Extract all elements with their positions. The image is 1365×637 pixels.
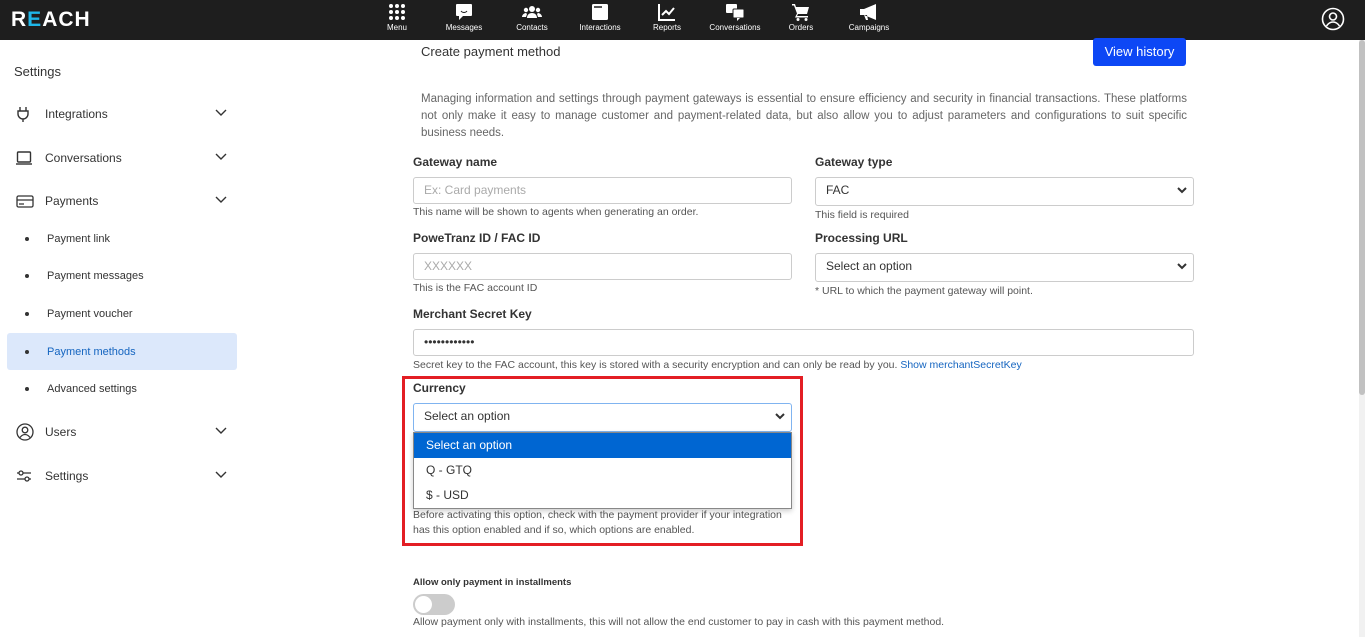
currency-option[interactable]: $ - USD [414, 483, 791, 508]
currency-select[interactable]: Select an option [413, 403, 792, 432]
nav-campaigns[interactable]: Campaigns [829, 2, 909, 32]
credit-card-icon [7, 194, 45, 208]
sidebar-subitem-payment-methods[interactable]: Payment methods [7, 333, 237, 370]
page-title: Create payment method [421, 44, 561, 59]
currency-hint: Before activating this option, check wit… [413, 509, 782, 536]
processing-url-value: Select an option [826, 259, 913, 273]
chevron-down-icon [215, 427, 227, 434]
scrollbar[interactable] [1359, 40, 1365, 637]
installments-label: Allow only payment in installments [413, 577, 572, 588]
sidebar-item-label: Settings [45, 469, 89, 483]
gateway-type-label: Gateway type [815, 155, 893, 169]
nav-label: Conversations [709, 23, 761, 32]
nav-label: Interactions [579, 23, 621, 32]
currency-value: Select an option [424, 409, 511, 423]
nav-label: Contacts [516, 23, 548, 32]
nav-label: Campaigns [848, 23, 890, 32]
fac-id-label: PoweTranz ID / FAC ID [413, 231, 541, 245]
fac-id-input[interactable]: XXXXXX [413, 253, 792, 280]
sidebar-item-settings[interactable]: Settings [7, 459, 237, 493]
currency-option[interactable]: Q - GTQ [414, 458, 791, 483]
view-history-button[interactable]: View history [1093, 38, 1186, 66]
sidebar-subitem-payment-voucher[interactable]: Payment voucher [7, 295, 237, 332]
chevron-down-icon [215, 196, 227, 203]
sidebar-item-users[interactable]: Users [7, 415, 237, 449]
sidebar-item-conversations[interactable]: Conversations [7, 141, 237, 175]
sidebar-item-label: Users [45, 425, 77, 439]
sidebar-subitem-payment-messages[interactable]: Payment messages [7, 257, 237, 294]
chevron-down-icon [1177, 263, 1187, 270]
secret-key-hint: Secret key to the FAC account, this key … [413, 359, 1022, 372]
chevron-down-icon [215, 471, 227, 478]
plug-icon [7, 106, 45, 122]
sidebar-item-label: Payments [45, 194, 99, 208]
secret-key-input[interactable]: •••••••••••• [413, 329, 1194, 356]
sidebar: Settings Integrations Conversations Paym… [0, 40, 245, 637]
gateway-name-hint: This name will be shown to agents when g… [413, 206, 699, 218]
gateway-name-label: Gateway name [413, 155, 498, 169]
currency-option[interactable]: Select an option [414, 433, 791, 458]
nav-label: Orders [788, 23, 814, 32]
installments-toggle[interactable] [413, 594, 455, 615]
gateway-type-hint: This field is required [815, 209, 909, 221]
show-secret-key-link[interactable]: Show merchantSecretKey [900, 359, 1021, 371]
sidebar-subitem-payment-link[interactable]: Payment link [7, 220, 237, 257]
description: Managing information and settings throug… [421, 93, 1187, 139]
gateway-type-value: FAC [826, 183, 850, 197]
nav-label: Menu [386, 23, 407, 32]
gateway-name-input[interactable]: Ex: Card payments [413, 177, 792, 204]
sidebar-item-label: Conversations [45, 151, 122, 165]
processing-url-label: Processing URL [815, 231, 908, 245]
installments-hint: Allow payment only with installments, th… [413, 616, 945, 628]
processing-url-hint: * URL to which the payment gateway will … [815, 285, 1033, 297]
profile-icon[interactable] [1321, 7, 1345, 36]
nav-label: Messages [445, 23, 483, 32]
scrollbar-thumb[interactable] [1359, 40, 1365, 395]
sidebar-subitem-advanced-settings[interactable]: Advanced settings [7, 370, 237, 407]
sliders-icon [7, 469, 45, 483]
laptop-icon [7, 151, 45, 165]
sidebar-title: Settings [14, 64, 61, 79]
currency-dropdown: Select an option Q - GTQ $ - USD [413, 432, 792, 509]
gateway-type-select[interactable]: FAC [815, 177, 1194, 206]
chevron-down-icon [775, 413, 785, 420]
sidebar-item-integrations[interactable]: Integrations [7, 97, 237, 131]
secret-key-label: Merchant Secret Key [413, 307, 532, 321]
currency-label: Currency [413, 381, 466, 395]
chevron-down-icon [1177, 187, 1187, 194]
sidebar-item-payments[interactable]: Payments [7, 184, 237, 218]
chevron-down-icon [215, 109, 227, 116]
sidebar-item-label: Integrations [45, 107, 108, 121]
processing-url-select[interactable]: Select an option [815, 253, 1194, 282]
fac-id-hint: This is the FAC account ID [413, 282, 538, 294]
reach-logo[interactable]: REACH [11, 8, 91, 32]
megaphone-icon [829, 3, 909, 21]
secret-key-hint-text: Secret key to the FAC account, this key … [413, 359, 898, 371]
chevron-down-icon [215, 153, 227, 160]
nav-label: Reports [652, 23, 681, 32]
user-circle-icon [7, 423, 45, 441]
top-bar: REACH Menu Messages Contacts Interactions Re… [0, 0, 1365, 40]
